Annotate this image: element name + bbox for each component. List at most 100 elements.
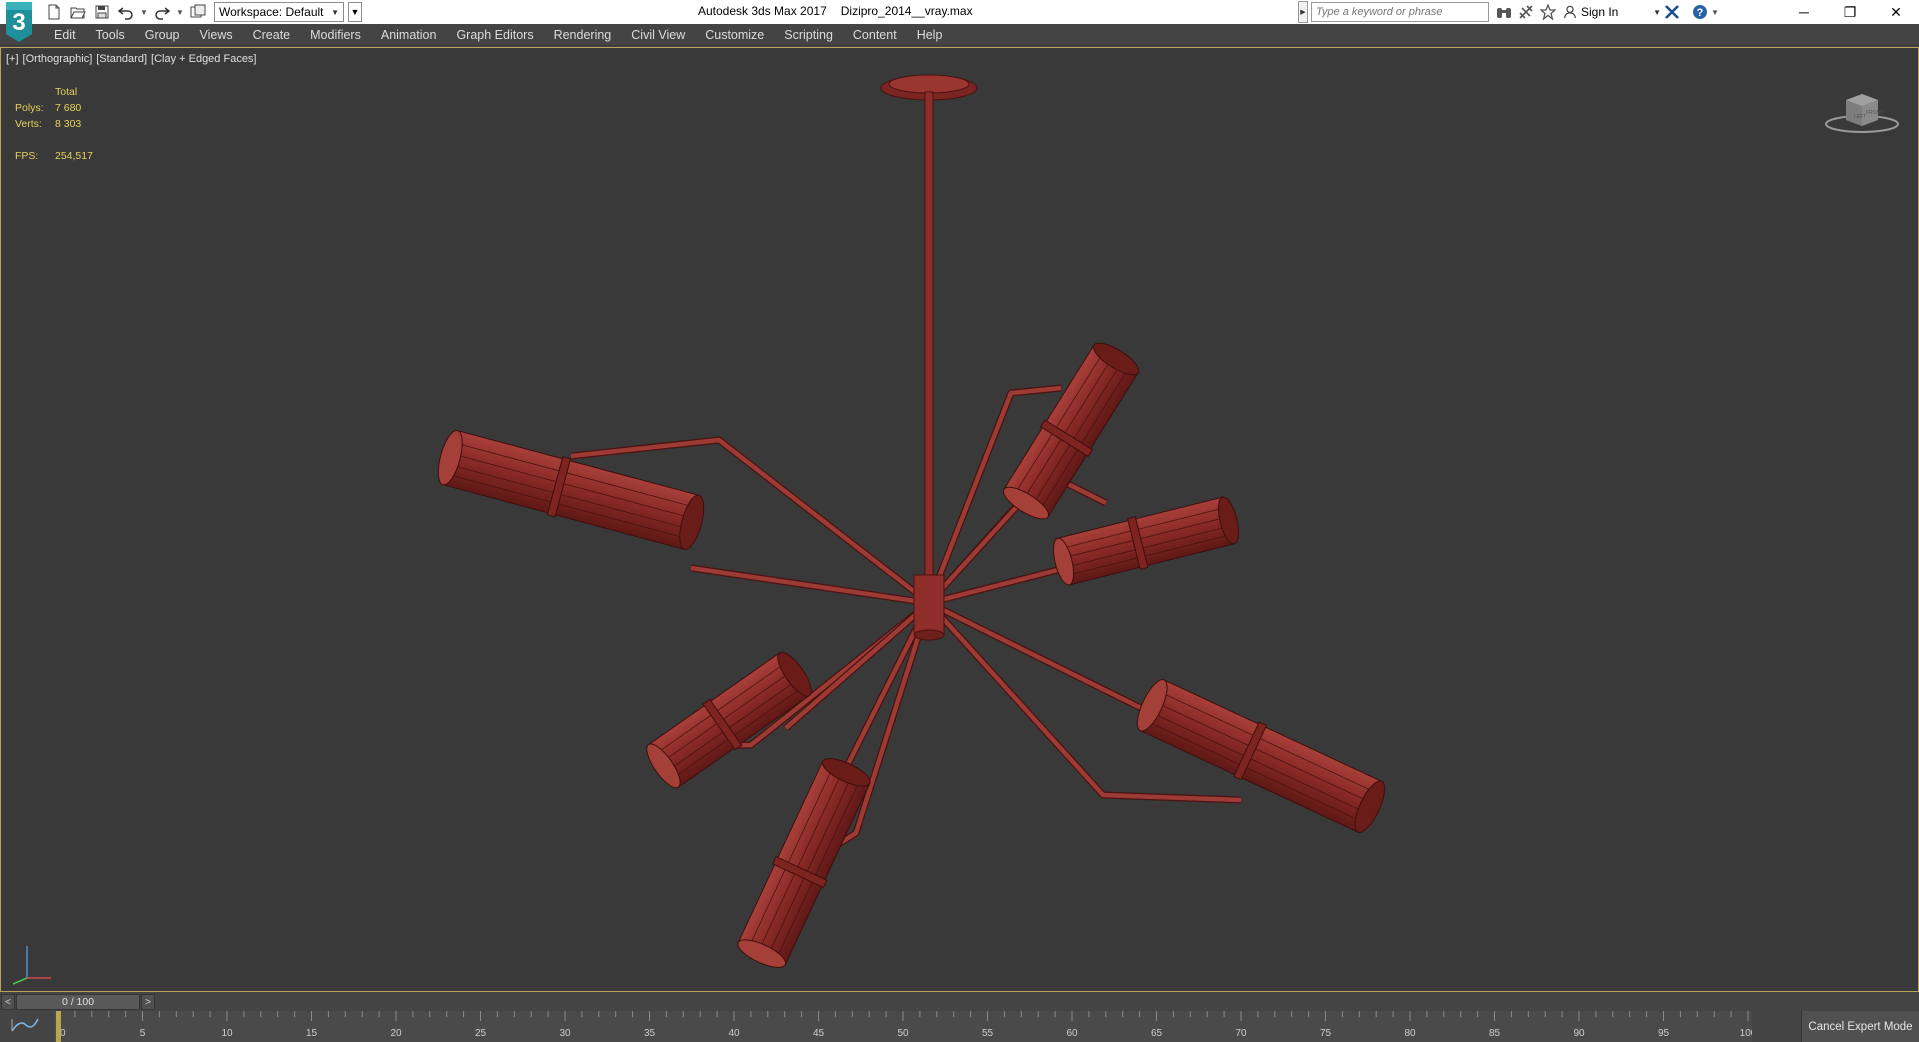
viewport-point-of-view-menu[interactable]: [Orthographic]: [23, 53, 93, 65]
menu-customize[interactable]: Customize: [695, 24, 774, 46]
user-icon: [1564, 5, 1576, 19]
ruler-tick-label: 65: [1151, 1028, 1163, 1039]
track-bar-ruler[interactable]: 0 5 10 15 20 25 30 35 40 45 50 55 60 65 70 75 80 85 90 95 10…: [54, 1011, 1752, 1042]
chandelier-arms: [570, 384, 1242, 871]
sign-in-button[interactable]: Sign In ▼: [1563, 5, 1661, 19]
help-button[interactable]: ?: [1689, 1, 1711, 23]
help-dropdown-chevron-icon[interactable]: ▼: [1711, 2, 1719, 22]
search-expand-button[interactable]: ▶: [1298, 1, 1308, 23]
overflow-chevron-icon: ▼: [350, 7, 360, 17]
app-title: Autodesk 3ds Max 2017: [698, 4, 827, 18]
menu-views[interactable]: Views: [189, 24, 242, 46]
new-file-icon: [48, 4, 60, 20]
menu-content[interactable]: Content: [843, 24, 907, 46]
statistics-overlay: Total Polys: 7 680 Verts: 8 303 FPS: 254,51…: [15, 84, 93, 164]
ruler-tick-label: 80: [1404, 1028, 1416, 1039]
menu-create[interactable]: Create: [243, 24, 301, 46]
title-bar: 3 ▼ ▼ Workspace: Default ▼ ▼ Autodesk 3d…: [0, 0, 1919, 42]
window-controls: ─ ❐ ✕: [1781, 0, 1919, 24]
time-slider-next-button[interactable]: >: [141, 994, 155, 1010]
new-file-button[interactable]: [44, 2, 64, 22]
search-button[interactable]: [1493, 1, 1515, 23]
sign-in-label: Sign In: [1581, 5, 1619, 19]
time-slider-prev-button[interactable]: <: [1, 994, 15, 1010]
viewcube-left-label: LEFT: [1854, 114, 1866, 120]
shade-6: [737, 758, 871, 968]
menu-modifiers[interactable]: Modifiers: [300, 24, 371, 46]
arm-9: [928, 600, 1142, 711]
undo-button[interactable]: [116, 2, 136, 22]
favorites-button[interactable]: [1537, 1, 1559, 23]
workspace-label: Workspace: Default: [219, 5, 324, 19]
save-file-button[interactable]: [92, 2, 112, 22]
chandelier-model[interactable]: [1, 48, 1918, 991]
viewport-shading-standard-menu[interactable]: [Standard]: [96, 53, 147, 65]
curve-editor-toggle-button[interactable]: [4, 1015, 46, 1035]
time-slider-thumb[interactable]: 0 / 100: [16, 994, 140, 1010]
redo-dropdown-chevron-icon[interactable]: ▼: [176, 2, 184, 22]
menu-rendering[interactable]: Rendering: [544, 24, 622, 46]
viewport-label[interactable]: [+] [Orthographic] [Standard] [Clay + Edged…: [6, 53, 261, 65]
menu-civil-view[interactable]: Civil View: [621, 24, 695, 46]
undo-icon: [118, 7, 133, 20]
time-slider[interactable]: < 0 / 100 >: [0, 993, 1919, 1011]
restore-button[interactable]: ❐: [1827, 0, 1873, 24]
ruler-tick-label: 20: [390, 1028, 402, 1039]
toolbar-customize-button[interactable]: ▼: [348, 2, 362, 22]
workspace-chevron-down-icon: ▼: [331, 7, 339, 17]
minimize-button[interactable]: ─: [1781, 0, 1827, 24]
viewcube-icon[interactable]: LEFT FRONT: [1822, 78, 1902, 138]
binoculars-icon: [1497, 8, 1511, 18]
open-file-button[interactable]: [68, 2, 88, 22]
search-input[interactable]: [1311, 2, 1489, 22]
redo-icon: [155, 7, 170, 20]
ruler-tick-label: 60: [1066, 1028, 1078, 1039]
restore-icon: ❐: [1843, 3, 1857, 20]
menu-graph-editors[interactable]: Graph Editors: [446, 24, 543, 46]
workspace-dropdown[interactable]: Workspace: Default ▼: [214, 2, 344, 22]
svg-text:?: ?: [1697, 7, 1704, 19]
viewport-perspective[interactable]: [+] [Orthographic] [Standard] [Clay + Edged…: [0, 47, 1919, 992]
communication-center-button[interactable]: [1515, 1, 1537, 23]
shade-3: [1053, 496, 1239, 586]
app-logo-text: 3: [12, 9, 25, 36]
project-folder-button[interactable]: [188, 2, 208, 22]
app-logo-icon[interactable]: 3: [2, 0, 36, 44]
close-button[interactable]: ✕: [1873, 0, 1919, 24]
minimize-icon: ─: [1799, 4, 1809, 20]
fps-value: 254,517: [55, 150, 93, 162]
menu-scripting[interactable]: Scripting: [774, 24, 843, 46]
viewport-general-menu[interactable]: [+]: [6, 53, 19, 65]
cancel-expert-mode-button[interactable]: Cancel Expert Mode: [1801, 1011, 1919, 1042]
ruler-tick-label: 70: [1235, 1028, 1247, 1039]
shade-body: [1057, 496, 1235, 586]
ruler-tick-label: 15: [306, 1028, 318, 1039]
menu-group[interactable]: Group: [135, 24, 190, 46]
polys-value: 7 680: [55, 102, 82, 114]
shade-4: [1136, 679, 1386, 833]
ruler-tick-label: 75: [1320, 1028, 1332, 1039]
menu-animation[interactable]: Animation: [371, 24, 447, 46]
ruler-tick-label: 85: [1489, 1028, 1501, 1039]
redo-button[interactable]: [152, 2, 172, 22]
ruler-tick-label: 5: [140, 1028, 146, 1039]
save-icon: [95, 5, 109, 19]
viewport-shading-menu[interactable]: [Clay + Edged Faces]: [151, 53, 256, 65]
current-frame-marker[interactable]: [56, 1011, 61, 1042]
menu-edit[interactable]: Edit: [44, 24, 86, 46]
menu-help[interactable]: Help: [907, 24, 953, 46]
help-icon: ?: [1693, 5, 1707, 19]
track-bar: 0 5 10 15 20 25 30 35 40 45 50 55 60 65 70 75 80 85 90 95 10…: [0, 1011, 1919, 1042]
window-title: Autodesk 3ds Max 2017 Dizipro_2014__vray.…: [698, 4, 973, 18]
undo-dropdown-chevron-icon[interactable]: ▼: [140, 2, 148, 22]
quick-access-toolbar: ▼ ▼ Workspace: Default ▼ ▼: [44, 0, 362, 24]
ruler-tick-label: 10: [221, 1028, 233, 1039]
shade-2: [1002, 342, 1140, 520]
autodesk-exchange-button[interactable]: [1661, 1, 1683, 23]
close-icon: ✕: [1890, 3, 1902, 20]
menu-items: Edit Tools Group Views Create Modifiers …: [44, 24, 952, 46]
exchange-x-icon: [1664, 4, 1680, 20]
fps-label: FPS:: [15, 150, 39, 162]
menu-tools[interactable]: Tools: [86, 24, 135, 46]
center-hub: [913, 574, 945, 641]
